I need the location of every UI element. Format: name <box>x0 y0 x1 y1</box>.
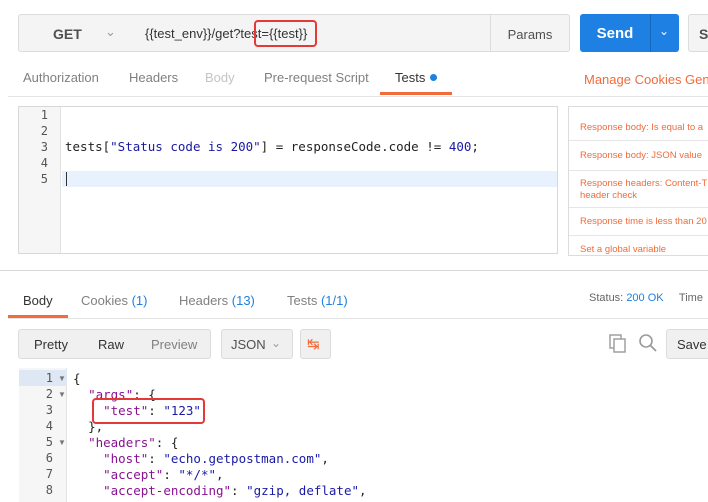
tab-authorization[interactable]: Authorization <box>23 70 99 85</box>
divider <box>569 140 708 141</box>
wrap-lines-icon: ↹ <box>307 336 320 353</box>
language-select[interactable]: JSON ⌄ <box>221 329 293 359</box>
line-number: 8 <box>45 483 53 497</box>
language-label: JSON <box>231 337 266 352</box>
tab-tests-label: Tests <box>395 70 426 85</box>
json-line: "host": "echo.getpostman.com", <box>103 451 329 466</box>
json-line: "accept": "*/*", <box>103 467 224 482</box>
divider <box>569 170 708 171</box>
tab-tests[interactable]: Tests <box>395 70 438 85</box>
current-line-highlight <box>62 171 557 187</box>
search-icon[interactable] <box>638 333 658 353</box>
generate-code-link[interactable]: Gen <box>685 72 708 87</box>
line-number: 2 <box>45 387 53 401</box>
save-button[interactable]: Sa <box>688 14 708 52</box>
tab-headers[interactable]: Headers <box>129 70 178 85</box>
params-label: Params <box>507 27 553 42</box>
divider <box>569 207 708 208</box>
snippet-item-continued[interactable]: header check <box>580 190 637 202</box>
line-number: 5 <box>45 435 53 449</box>
preview-button[interactable]: Preview <box>151 337 197 352</box>
line-number: 4 <box>45 419 53 433</box>
snippet-item[interactable]: Response headers: Content-T <box>580 178 707 190</box>
code-line: tests["Status code is 200"] = responseCo… <box>65 139 479 154</box>
raw-button[interactable]: Raw <box>98 337 124 352</box>
modified-dot-icon <box>430 74 438 81</box>
params-button[interactable]: Params <box>490 14 570 52</box>
line-number: 5 <box>40 172 48 186</box>
fold-arrow-icon[interactable]: ▼ <box>58 374 66 383</box>
wrap-lines-button[interactable]: ↹ <box>300 329 331 359</box>
divider <box>0 270 708 271</box>
response-tab-tests[interactable]: Tests (1/1) <box>287 293 348 308</box>
snippet-item[interactable]: Response time is less than 20 <box>580 216 707 228</box>
json-line: "headers": { <box>88 435 179 450</box>
save-response-button[interactable]: Save R <box>666 329 708 359</box>
line-number: 3 <box>40 140 48 154</box>
json-line: { <box>73 371 81 386</box>
chevron-down-icon: ⌄ <box>271 336 282 350</box>
response-tab-cookies[interactable]: Cookies (1) <box>81 293 147 308</box>
snippet-item[interactable]: Set a global variable <box>580 244 666 256</box>
send-dropdown-button[interactable]: ⌄ <box>650 14 679 52</box>
divider <box>8 318 708 319</box>
save-response-label: Save R <box>677 337 708 352</box>
method-label: GET <box>53 26 82 42</box>
line-number: 7 <box>45 467 53 481</box>
send-button[interactable]: Send <box>580 14 650 52</box>
active-tab-indicator <box>380 92 452 95</box>
manage-cookies-link[interactable]: Manage Cookies <box>584 72 682 87</box>
json-value-highlight <box>92 398 205 424</box>
response-status: Status: 200 OK Time <box>589 292 703 304</box>
response-tab-headers[interactable]: Headers (13) <box>179 293 255 308</box>
line-number: 3 <box>45 403 53 417</box>
fold-arrow-icon[interactable]: ▼ <box>58 438 66 447</box>
snippet-item[interactable]: Response body: Is equal to a <box>580 122 703 134</box>
snippet-item[interactable]: Response body: JSON value <box>580 150 702 162</box>
divider <box>569 235 708 236</box>
tab-prerequest-script[interactable]: Pre-request Script <box>264 70 369 85</box>
copy-icon[interactable] <box>609 334 627 354</box>
line-number: 6 <box>45 451 53 465</box>
line-number: 4 <box>40 156 48 170</box>
fold-arrow-icon[interactable]: ▼ <box>58 390 66 399</box>
save-label: Sa <box>699 26 708 42</box>
response-tab-body[interactable]: Body <box>23 293 53 308</box>
pretty-button[interactable]: Pretty <box>34 337 68 352</box>
send-label: Send <box>596 25 634 42</box>
chevron-down-icon: ⌄ <box>105 24 116 39</box>
line-number: 2 <box>40 124 48 138</box>
tab-body[interactable]: Body <box>205 70 235 85</box>
json-line: "accept-encoding": "gzip, deflate", <box>103 483 367 498</box>
divider <box>8 96 708 97</box>
line-number: 1 <box>45 371 53 385</box>
line-number: 1 <box>40 108 48 122</box>
url-variable-highlight <box>254 20 317 47</box>
chevron-down-icon: ⌄ <box>659 24 670 38</box>
text-caret <box>66 172 67 186</box>
method-select[interactable]: GET ⌄ <box>18 14 135 52</box>
